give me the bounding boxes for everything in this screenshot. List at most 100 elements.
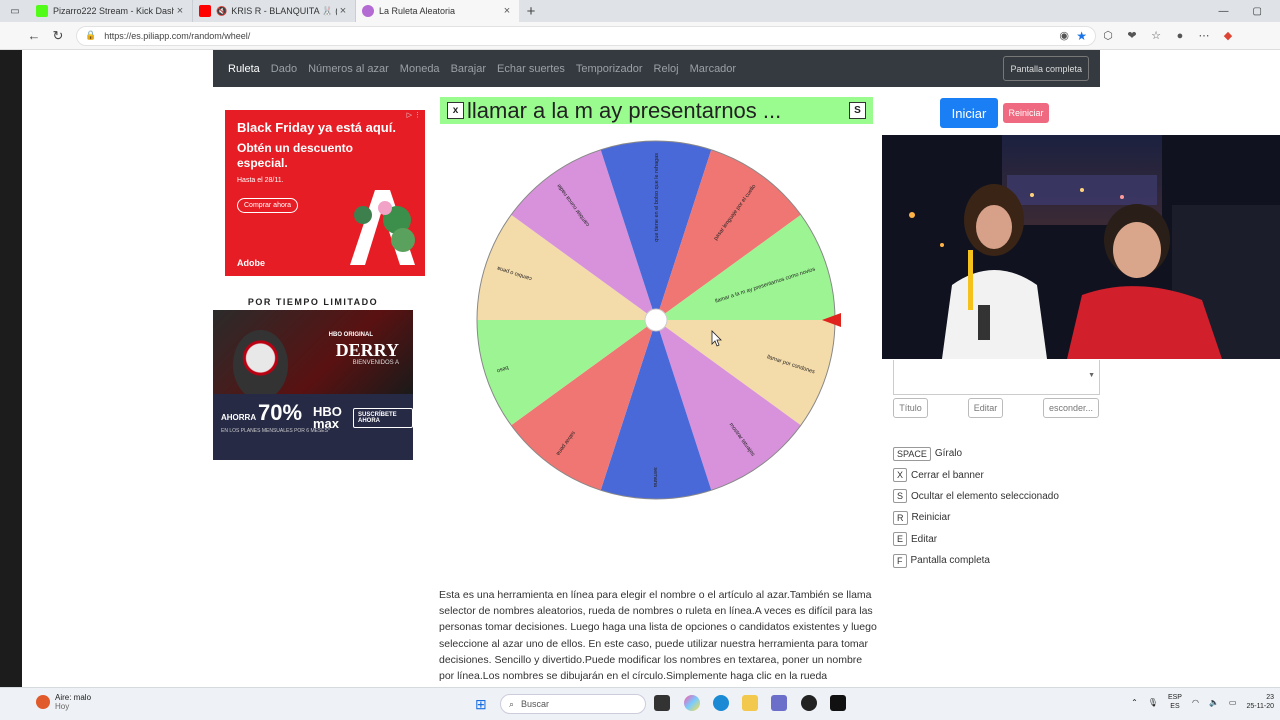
ad-flower-graphic [350, 190, 415, 265]
clock[interactable]: 23 25-11-20 [1246, 693, 1274, 711]
names-textarea[interactable]: ▼ [893, 360, 1100, 395]
back-icon[interactable]: ← [22, 28, 46, 43]
hide-button[interactable]: esconder... [1043, 398, 1099, 418]
obs-icon[interactable] [801, 695, 817, 711]
ad-welcome: BIENVENIDOS A [352, 360, 399, 366]
extensions-icon[interactable]: ⬡ [1096, 29, 1120, 42]
shortcut-row: S Ocultar el elemento seleccionado [893, 486, 1059, 507]
refresh-icon[interactable]: ↻ [46, 28, 70, 44]
fullscreen-button[interactable]: Pantalla completa [1003, 56, 1089, 81]
muted-speaker-icon[interactable]: 🔇 [216, 6, 227, 17]
tab-youtube[interactable]: 🔇 KRIS R - BLANQUITA 🐰 (VI × [193, 0, 356, 22]
maximize-icon[interactable]: ▢ [1253, 6, 1262, 17]
ad-info-icon[interactable]: ▷ ⋮ [407, 111, 421, 119]
search-placeholder: Buscar [521, 699, 550, 709]
ad-hbo-original: HBO ORIGINAL [328, 332, 373, 338]
wifi-icon[interactable]: ◠ [1192, 698, 1199, 707]
reader-icon[interactable]: ◉ [1052, 29, 1076, 42]
adobe-ad[interactable]: ▷ ⋮ Black Friday ya está aquí. Obtén un … [225, 110, 425, 276]
shortcut-key: E [893, 532, 908, 547]
wheel-result-banner: x llamar a la m ay presentarnos ... S [440, 97, 873, 124]
copilot-app-icon[interactable] [684, 695, 700, 711]
close-tab-icon[interactable]: × [337, 5, 349, 17]
language-bottom: ES [1170, 703, 1180, 710]
ad-offer-panel: AHORRA 70% EN LOS PLANES MENSUALES POR 6… [213, 394, 413, 460]
teams-icon[interactable] [771, 695, 787, 711]
search-icon: ⌕ [509, 698, 515, 709]
air-quality-icon [36, 695, 50, 709]
ad-subscribe-button[interactable]: SUSCRÍBETE AHORA [353, 408, 413, 428]
weather-day: Hoy [55, 702, 70, 711]
reset-button[interactable]: Reiniciar [1003, 103, 1049, 123]
piliapp-icon [362, 5, 374, 17]
ad-subheadline: Obtén un descuento especial. [237, 141, 354, 170]
site-navbar: Ruleta Dado Números al azar Moneda Baraj… [213, 50, 1100, 87]
logo-bottom: max [313, 416, 340, 431]
more-menu-icon[interactable]: ⋯ [1192, 29, 1216, 42]
wheel-center [644, 308, 668, 332]
keyboard-shortcuts: SPACE Gíralo X Cerrar el banner S Ocultar e… [893, 443, 1059, 571]
windows-start-icon[interactable]: ⊞ [475, 696, 487, 713]
shortcut-key: S [893, 489, 908, 504]
close-banner-button[interactable]: x [447, 102, 464, 119]
file-explorer-icon[interactable] [742, 695, 758, 711]
edge-icon[interactable] [713, 695, 729, 711]
shortcut-key: X [893, 468, 908, 483]
nav-barajar[interactable]: Barajar [451, 63, 486, 75]
nav-temporizador[interactable]: Temporizador [576, 63, 643, 75]
taskbar-search[interactable]: ⌕ Buscar [500, 694, 646, 714]
resize-handle-icon[interactable]: ▼ [1088, 372, 1095, 379]
ad-cta-button[interactable]: Comprar ahora [237, 198, 299, 213]
clock-date: 25-11-20 [1246, 703, 1274, 710]
new-tab-icon[interactable]: + [519, 0, 543, 22]
shortcut-key: R [893, 510, 908, 525]
hbo-max-ad[interactable]: POR TIEMPO LIMITADO HBO ORIGINAL DERRY B… [213, 294, 413, 460]
youtube-icon [199, 5, 211, 17]
ad-headline: Black Friday ya está aquí. [237, 120, 396, 135]
profile-avatar-icon[interactable]: ● [1168, 30, 1192, 42]
minimize-icon[interactable]: — [1219, 6, 1229, 17]
nav-dado[interactable]: Dado [271, 63, 297, 75]
browser-tab-bar: ▭ Pizarro222 Stream - Kick Dashbo × 🔇 KR… [0, 0, 1280, 22]
shortcut-label: Reiniciar [911, 512, 951, 524]
ad-save-label: AHORRA [221, 413, 256, 422]
tab-kick-dashboard[interactable]: Pizarro222 Stream - Kick Dashbo × [30, 0, 193, 22]
title-button[interactable]: Título [893, 398, 928, 418]
weather-widget[interactable]: Aire: malo Hoy [36, 693, 91, 711]
nav-numeros[interactable]: Números al azar [308, 63, 389, 75]
hide-selected-button[interactable]: S [849, 102, 866, 119]
tab-actions-icon[interactable]: ▭ [0, 0, 30, 22]
nav-echar-suertes[interactable]: Echar suertes [497, 63, 565, 75]
nav-ruleta[interactable]: Ruleta [228, 63, 260, 75]
language-indicator[interactable]: ESP ES [1168, 693, 1182, 711]
favorites-icon[interactable]: ☆ [1144, 29, 1168, 42]
close-tab-icon[interactable]: × [174, 5, 186, 17]
tab-title: KRIS R - BLANQUITA 🐰 (VI [231, 5, 337, 16]
edit-button[interactable]: Editar [968, 398, 1003, 418]
shortcut-key: SPACE [893, 446, 931, 461]
tab-ruleta[interactable]: La Ruleta Aleatoria × [356, 0, 519, 22]
roulette-wheel[interactable]: llamar a la m ay presentarnos como novio… [470, 134, 842, 506]
system-tray: ⌃ 🎙 ESP ES ◠ 🔈 ▭ 23 25-11-20 [1131, 693, 1274, 711]
nav-reloj[interactable]: Reloj [654, 63, 679, 75]
favorite-star-icon[interactable]: ★ [1076, 29, 1087, 43]
chevron-up-icon[interactable]: ⌃ [1131, 698, 1138, 707]
copilot-icon[interactable]: ◆ [1216, 29, 1240, 42]
nav-moneda[interactable]: Moneda [400, 63, 440, 75]
start-button[interactable]: Iniciar [940, 98, 998, 128]
tool-description: Esta es una herramienta en línea para el… [439, 589, 877, 683]
window-edge [0, 50, 22, 687]
battery-icon[interactable]: ▭ [1229, 698, 1237, 707]
url-field[interactable]: 🔒 https://es.piliapp.com/random/wheel/ ◉… [76, 25, 1096, 46]
microphone-icon[interactable]: 🎙 [1148, 698, 1158, 707]
weather-status: Aire: malo [55, 693, 92, 702]
volume-icon[interactable]: 🔈 [1209, 698, 1219, 707]
lock-icon: 🔒 [85, 30, 97, 40]
tiktok-icon[interactable] [830, 695, 846, 711]
close-tab-icon[interactable]: × [501, 5, 513, 17]
task-view-icon[interactable] [654, 695, 670, 711]
language-top: ESP [1167, 694, 1182, 701]
wheel-segment-label: semana [652, 467, 658, 488]
performance-icon[interactable]: ❤ [1120, 29, 1144, 42]
nav-marcador[interactable]: Marcador [690, 63, 736, 75]
